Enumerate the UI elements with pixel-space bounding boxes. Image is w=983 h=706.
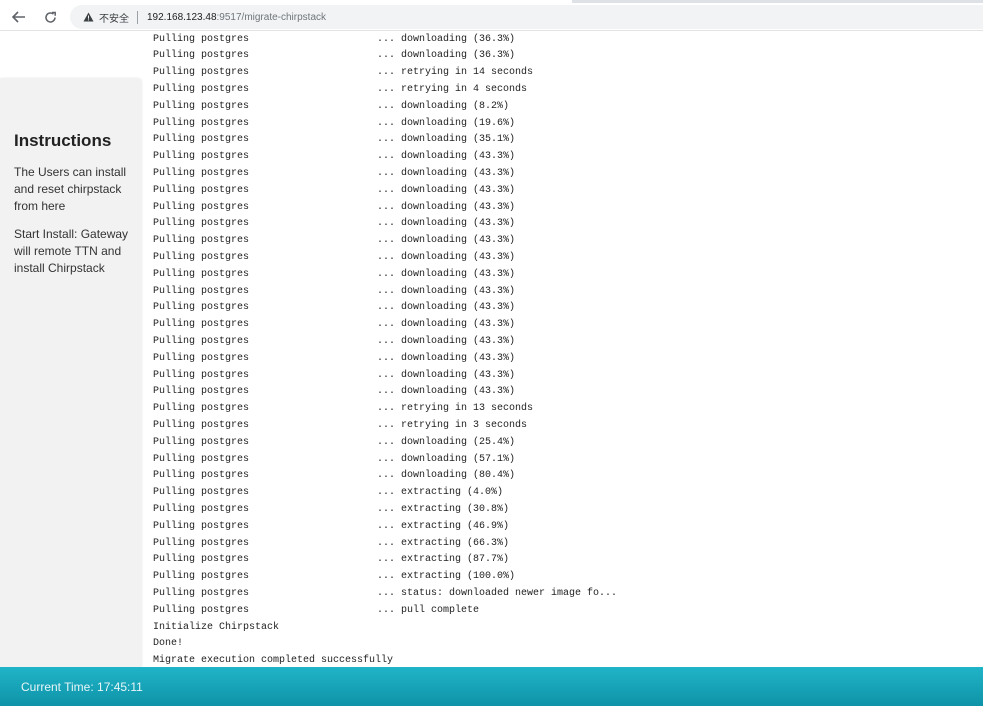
log-service: Initialize Chirpstack <box>153 621 280 633</box>
log-status: ... downloading (43.3%) <box>377 386 516 398</box>
log-service: Pulling postgres <box>153 167 250 179</box>
log-status: ... retrying in 14 seconds <box>377 67 534 79</box>
log-service: Pulling postgres <box>153 201 250 213</box>
log-status: ... downloading (36.3%) <box>377 33 516 45</box>
log-service: Pulling postgres <box>153 419 250 431</box>
log-service: Pulling postgres <box>153 537 250 549</box>
log-status: ... downloading (57.1%) <box>377 453 516 465</box>
log-service: Pulling postgres <box>153 134 250 146</box>
log-status: ... downloading (43.3%) <box>377 369 516 381</box>
current-time: Current Time: 17:45:11 <box>21 679 143 694</box>
log-status: ... downloading (43.3%) <box>377 335 516 347</box>
reload-icon[interactable] <box>40 7 60 27</box>
log-status: ... downloading (43.3%) <box>377 235 516 247</box>
instructions-paragraph-1: The Users can install and reset chirpsta… <box>14 165 127 213</box>
sidebar-title: Instructions <box>14 131 112 150</box>
log-status: ... extracting (46.9%) <box>377 520 510 532</box>
log-service: Pulling postgres <box>153 285 250 297</box>
log-status: ... extracting (4.0%) <box>377 487 504 499</box>
log-status: ... status: downloaded newer image fo... <box>377 587 618 599</box>
migration-log: Pulling postgres ... downloading (36.3%) P… <box>153 30 983 667</box>
log-service: Pulling postgres <box>153 520 250 532</box>
log-status: ... downloading (43.3%) <box>377 201 516 213</box>
security-label[interactable]: 不安全 <box>99 10 129 25</box>
log-status: ... downloading (43.3%) <box>377 268 516 280</box>
log-status: ... extracting (30.8%) <box>377 503 510 515</box>
log-status: ... downloading (43.3%) <box>377 319 516 331</box>
log-status: ... downloading (80.4%) <box>377 470 516 482</box>
log-status: ... extracting (100.0%) <box>377 571 516 583</box>
url-path: :9517/migrate-chirpstack <box>216 11 327 23</box>
address-bar[interactable]: 不安全 192.168.123.48:9517/migrate-chirpsta… <box>70 5 983 29</box>
browser-toolbar: 不安全 192.168.123.48:9517/migrate-chirpsta… <box>0 3 983 31</box>
log-status: ... downloading (43.3%) <box>377 251 516 263</box>
log-service: Pulling postgres <box>153 67 250 79</box>
log-status: ... downloading (43.3%) <box>377 218 516 230</box>
log-service: Pulling postgres <box>153 487 250 499</box>
log-service: Pulling postgres <box>153 604 250 616</box>
log-status: ... pull complete <box>377 604 480 616</box>
log-service: Pulling postgres <box>153 151 250 163</box>
log-status: ... downloading (35.1%) <box>377 134 516 146</box>
log-service: Migrate execution completed successfully <box>153 655 394 667</box>
log-service: Done! <box>153 638 184 650</box>
log-service: Pulling postgres <box>153 403 250 415</box>
log-status: ... retrying in 13 seconds <box>377 403 534 415</box>
log-service: Pulling postgres <box>153 235 250 247</box>
log-service: Pulling postgres <box>153 503 250 515</box>
log-service: Pulling postgres <box>153 587 250 599</box>
log-service: Pulling postgres <box>153 369 250 381</box>
log-status: ... downloading (43.3%) <box>377 167 516 179</box>
log-service: Pulling postgres <box>153 453 250 465</box>
log-status: ... downloading (25.4%) <box>377 436 516 448</box>
log-status: ... downloading (19.6%) <box>377 117 516 129</box>
log-service: Pulling postgres <box>153 268 250 280</box>
log-status: ... retrying in 3 seconds <box>377 419 528 431</box>
log-service: Pulling postgres <box>153 251 250 263</box>
warning-icon[interactable] <box>83 12 94 22</box>
log-service: Pulling postgres <box>153 319 250 331</box>
log-status: ... downloading (43.3%) <box>377 184 516 196</box>
log-status: ... downloading (43.3%) <box>377 352 516 364</box>
log-service: Pulling postgres <box>153 352 250 364</box>
log-service: Pulling postgres <box>153 436 250 448</box>
back-arrow-icon[interactable] <box>9 7 29 27</box>
log-service: Pulling postgres <box>153 335 250 347</box>
status-footer: Current Time: 17:45:11 <box>0 667 983 706</box>
log-status: ... extracting (87.7%) <box>377 554 510 566</box>
log-status: ... downloading (43.3%) <box>377 151 516 163</box>
log-status: ... downloading (43.3%) <box>377 302 516 314</box>
log-service: Pulling postgres <box>153 117 250 129</box>
log-service: Pulling postgres <box>153 50 250 62</box>
log-status: ... downloading (36.3%) <box>377 50 516 62</box>
log-service: Pulling postgres <box>153 386 250 398</box>
log-service: Pulling postgres <box>153 571 250 583</box>
log-status: ... downloading (8.2%) <box>377 100 510 112</box>
log-service: Pulling postgres <box>153 554 250 566</box>
log-service: Pulling postgres <box>153 100 250 112</box>
url-host: 192.168.123.48 <box>147 11 217 23</box>
log-status: ... retrying in 4 seconds <box>377 83 528 95</box>
instructions-paragraph-2: Start Install: Gateway will remote TTN a… <box>14 227 129 275</box>
instructions-sidebar: Instructions The Users can install and r… <box>0 78 141 668</box>
log-service: Pulling postgres <box>153 33 250 45</box>
url-text[interactable]: 192.168.123.48:9517/migrate-chirpstack <box>147 12 326 23</box>
address-separator <box>137 10 138 24</box>
log-service: Pulling postgres <box>153 302 250 314</box>
log-service: Pulling postgres <box>153 184 250 196</box>
log-service: Pulling postgres <box>153 470 250 482</box>
log-service: Pulling postgres <box>153 218 250 230</box>
log-status: ... downloading (43.3%) <box>377 285 516 297</box>
log-status: ... extracting (66.3%) <box>377 537 510 549</box>
log-service: Pulling postgres <box>153 83 250 95</box>
